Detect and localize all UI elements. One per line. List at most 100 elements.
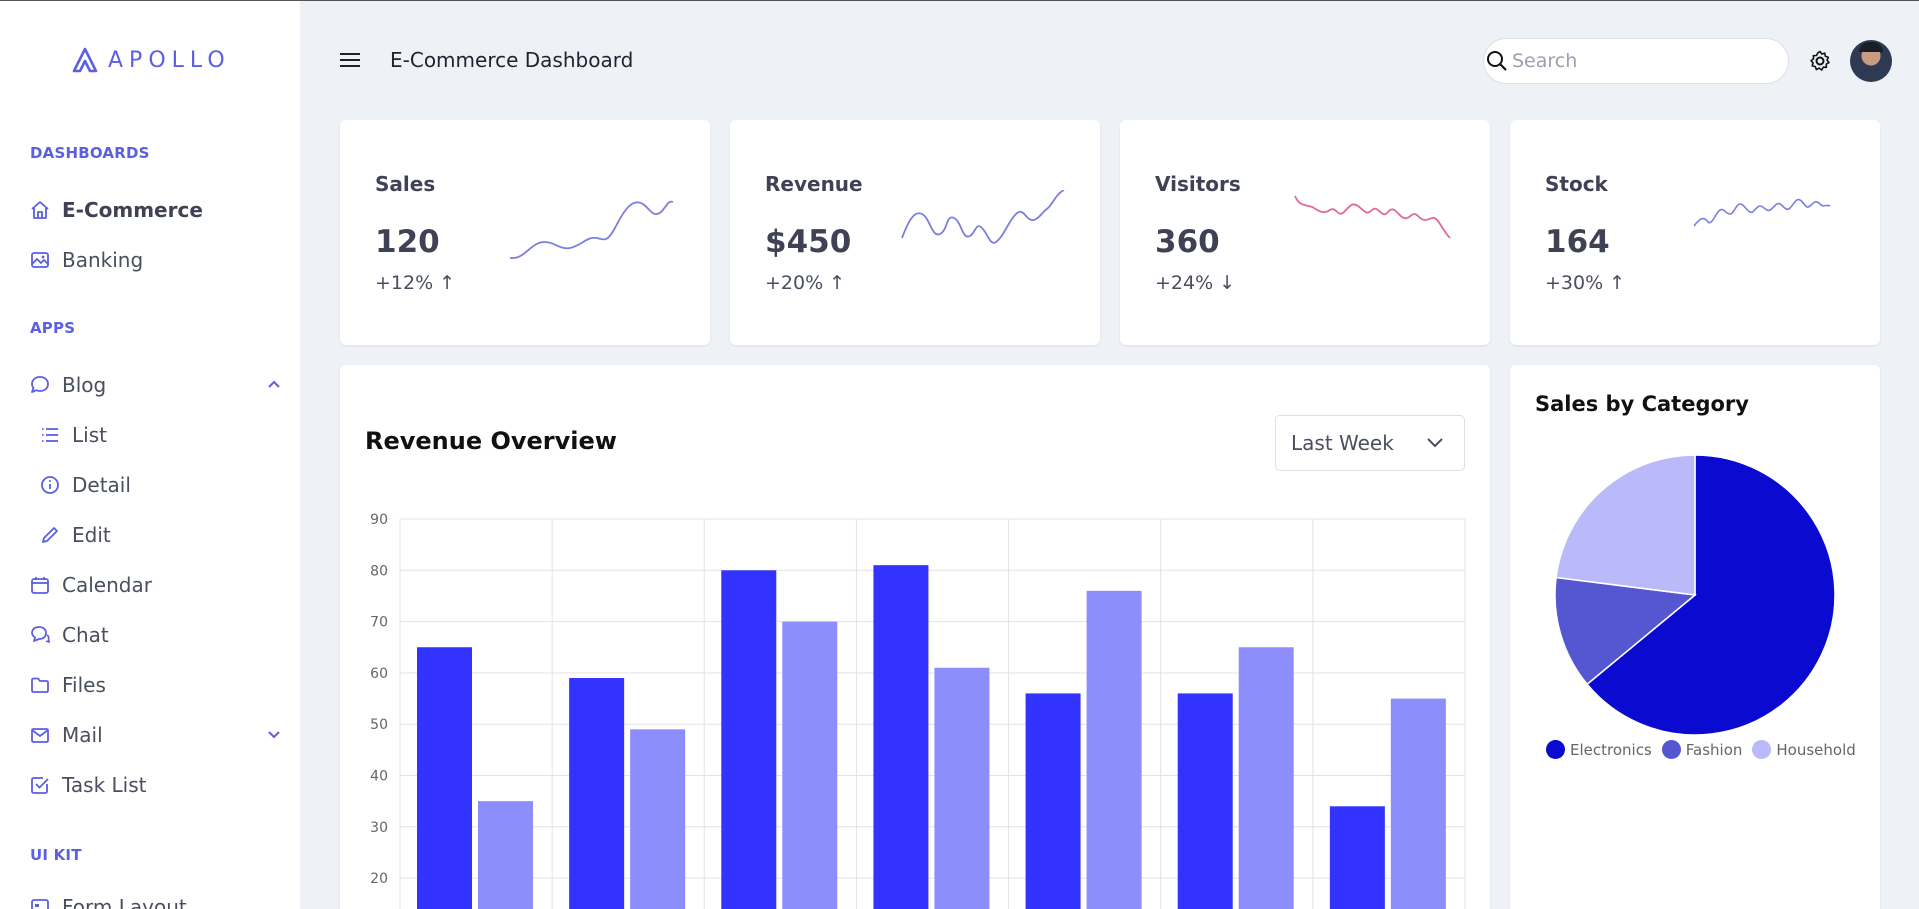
stock-sparkline [1693,198,1831,227]
bar [782,621,838,909]
stat-value: 164 [1545,224,1610,260]
legend-swatch [1661,740,1681,759]
sidebar-item-edit[interactable]: Edit [40,517,300,553]
list-icon [42,428,58,442]
stat-label: Stock [1545,172,1608,196]
image-icon [31,252,49,268]
stat-label: Sales [375,172,436,196]
bar [569,678,625,909]
pie-legend: Electronics Fashion Household [1546,740,1856,759]
y-tick-label: 70 [370,615,388,631]
search-box[interactable] [1483,38,1789,84]
sidebar-item-label: Form Layout [62,895,187,909]
stat-card-sales: Sales 120 +12% ↑ [340,120,710,345]
checkbox-icon [31,777,49,794]
section-apps: APPS [30,319,76,337]
home-icon [31,201,49,219]
brand-name: APOLLO [108,47,231,73]
y-tick-label: 20 [370,871,388,887]
stat-delta: +12% ↑ [375,272,456,294]
sales-sparkline [509,200,674,259]
revenue-sparkline [901,190,1065,244]
sidebar-item-label: Task List [62,773,147,797]
bar [1329,806,1385,909]
sidebar-item-mail[interactable]: Mail [30,717,292,753]
sidebar-item-detail[interactable]: Detail [40,467,300,503]
bar [1177,693,1233,909]
sidebar-item-chat[interactable]: Chat [30,617,292,653]
sidebar-item-calendar[interactable]: Calendar [30,567,292,603]
y-tick-label: 90 [370,512,388,528]
pie-title: Sales by Category [1535,392,1749,416]
y-tick-label: 50 [370,717,388,733]
bar [1238,647,1294,909]
bar [1025,693,1081,909]
revenue-overview-card: Revenue Overview Last Week 90 80 70 60 50 40 3… [340,365,1490,909]
folder-icon [31,677,49,693]
sidebar-item-files[interactable]: Files [30,667,292,703]
sidebar-item-task-list[interactable]: Task List [30,767,292,803]
chevron-down-icon [1427,438,1443,448]
stat-label: Visitors [1155,172,1241,196]
mail-icon [31,728,49,743]
user-avatar[interactable] [1850,40,1892,82]
sales-by-category-card: Sales by Category Electronics Fashion Ho… [1510,365,1880,909]
bar [630,729,686,909]
y-tick-label: 40 [370,769,388,785]
sidebar: APOLLO DASHBOARDS E-Commerce Banking APP… [0,1,300,909]
pencil-icon [42,527,58,543]
bar [934,667,990,909]
revenue-bar-chart: 90 80 70 60 50 40 30 20 [370,512,1466,909]
menu-toggle-icon[interactable] [340,52,360,68]
section-ui-kit: UI KIT [30,846,82,864]
search-input[interactable] [1512,50,1752,72]
sidebar-item-label: Banking [62,248,144,272]
sidebar-item-form-layout[interactable]: Form Layout [30,889,292,909]
sidebar-item-list[interactable]: List [40,417,300,453]
stat-card-revenue: Revenue $450 +20% ↑ [730,120,1100,345]
revenue-title: Revenue Overview [365,427,617,455]
sidebar-item-label: List [72,423,107,447]
page-title: E-Commerce Dashboard [390,48,634,72]
period-select[interactable]: Last Week [1275,415,1465,471]
stat-value: 120 [375,224,440,260]
section-dashboards: DASHBOARDS [30,144,150,162]
form-layout-icon [31,899,49,909]
settings-gear-icon[interactable] [1809,50,1831,72]
search-icon[interactable] [1486,50,1508,72]
period-select-value: Last Week [1291,431,1394,455]
legend-label: Electronics [1570,740,1652,759]
legend-label: Household [1776,740,1856,759]
sidebar-item-label: Files [62,673,106,697]
stat-card-visitors: Visitors 360 +24% ↓ [1120,120,1490,345]
brand-logo[interactable]: APOLLO [72,47,231,73]
y-tick-label: 30 [370,820,388,836]
sidebar-item-label: Detail [72,473,131,497]
legend-label: Fashion [1685,740,1743,759]
sidebar-item-label: Blog [62,373,107,397]
legend-swatch [1752,740,1772,759]
sidebar-item-label: Mail [62,723,103,747]
sidebar-item-label: Edit [72,523,111,547]
bar [417,647,472,909]
y-tick-label: 60 [370,666,388,682]
apollo-logo-icon [72,47,98,73]
pie-slice [1555,454,1696,596]
visitors-sparkline [1294,195,1451,239]
bar [1390,698,1446,909]
legend-item-fashion[interactable]: Fashion [1661,740,1743,759]
sidebar-item-banking[interactable]: Banking [30,242,292,278]
chevron-up-icon[interactable] [266,376,282,392]
legend-item-electronics[interactable]: Electronics [1546,740,1652,759]
chevron-down-icon[interactable] [266,726,282,742]
sidebar-item-blog[interactable]: Blog [30,367,292,403]
stat-delta: +24% ↓ [1155,272,1236,294]
info-icon [41,476,59,494]
sidebar-item-ecommerce[interactable]: E-Commerce [30,192,292,228]
stat-value: $450 [765,224,852,260]
stat-delta: +30% ↑ [1545,272,1626,294]
legend-item-household[interactable]: Household [1752,740,1856,759]
bar [873,565,929,909]
sidebar-item-label: Chat [62,623,109,647]
stat-card-stock: Stock 164 +30% ↑ [1510,120,1880,345]
